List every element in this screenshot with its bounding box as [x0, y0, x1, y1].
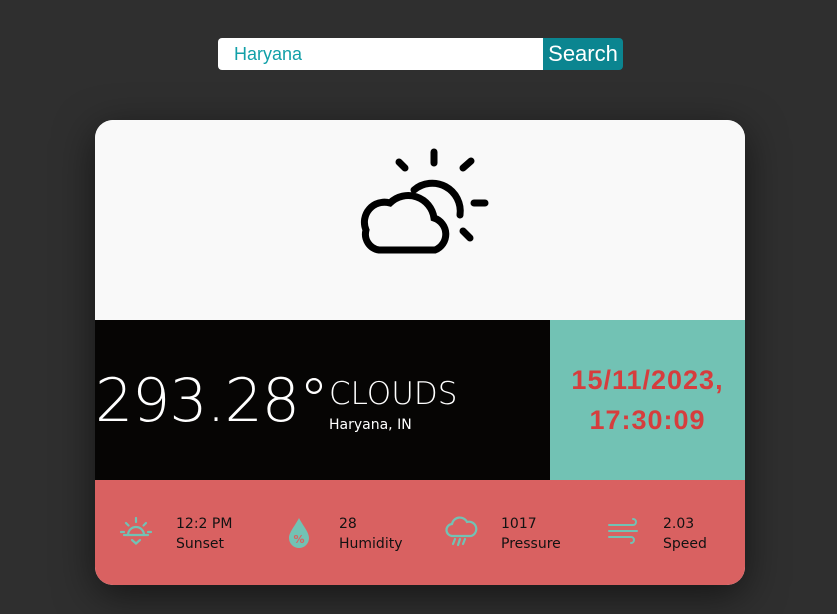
temperature-panel: 293.28° CLOUDS Haryana, IN [95, 320, 550, 480]
stat-label: Sunset [176, 536, 225, 552]
stat-label: Pressure [501, 536, 561, 552]
stat-label: Humidity [339, 536, 403, 552]
search-button[interactable]: Search [543, 38, 623, 70]
date-text: 15/11/2023, [571, 365, 724, 395]
location-label: Haryana, IN [329, 417, 412, 433]
sunset-icon [119, 516, 153, 545]
stat-label: Speed [663, 536, 707, 552]
weather-icon-area [95, 120, 745, 320]
temperature-value: 293.28° [95, 366, 329, 436]
time-text: 17:30:09 [589, 405, 706, 435]
stat-value: 2.03 [663, 516, 695, 532]
pressure-icon [445, 516, 478, 547]
stat-value: 28 [339, 516, 357, 532]
weather-card: 293.28° CLOUDS Haryana, IN 15/11/2023, 1… [95, 120, 745, 585]
stats-panel: 12:2 PM Sunset % 28 Humidity 1017 Pressu… [95, 480, 745, 585]
humidity-icon: % [289, 518, 309, 548]
svg-text:%: % [293, 533, 304, 546]
wind-icon [608, 518, 638, 544]
app-background: { "search": { "value": "Haryana", "butto… [0, 0, 837, 614]
datetime-display: 15/11/2023, 17:30:09 [571, 360, 723, 440]
partly-cloudy-icon [360, 148, 489, 254]
search-bar: Search [218, 38, 623, 70]
stat-value: 12:2 PM [176, 516, 233, 532]
stat-value: 1017 [501, 516, 537, 532]
datetime-panel: 15/11/2023, 17:30:09 [550, 320, 745, 480]
search-input[interactable] [218, 38, 543, 70]
weather-condition: CLOUDS [329, 376, 458, 412]
